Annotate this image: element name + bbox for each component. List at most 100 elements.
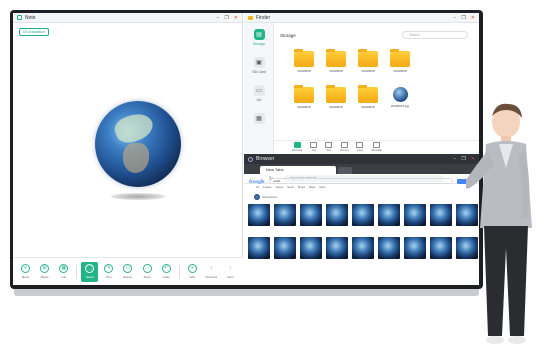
tool-undo-button[interactable]: ↶ Undo	[158, 264, 175, 279]
page-content: Google earth All Images Videos News Book…	[244, 174, 479, 285]
google-search-bar: Google earth	[244, 176, 479, 186]
tool-label: List	[61, 275, 67, 279]
image-result[interactable]	[326, 204, 348, 226]
search-tab[interactable]: Images	[263, 186, 272, 189]
search-tab[interactable]: Maps	[309, 186, 315, 189]
grid-icon: ⊞	[40, 264, 50, 273]
list-view-button[interactable]: List	[310, 142, 318, 152]
tool-label: Add	[189, 275, 195, 279]
minimize-icon[interactable]: −	[453, 156, 456, 162]
sidebar-item-sd-card[interactable]: ▣ SD Card	[244, 57, 274, 74]
tool-more-button[interactable]: … More	[139, 264, 156, 279]
image-result[interactable]	[378, 237, 400, 259]
menu-icon: ≡	[21, 264, 31, 273]
folder-item[interactable]: 20190516	[324, 85, 348, 109]
image-file-item[interactable]: 20190516.jpg	[388, 87, 412, 108]
folder-item[interactable]: 20190516	[356, 49, 380, 73]
annotation-badge[interactable]: Ch Annotation	[19, 28, 49, 36]
search-tab[interactable]: More	[319, 186, 325, 189]
presenter-right-shoe	[508, 336, 526, 344]
earth-thumbnail	[392, 87, 408, 102]
result-chip[interactable]: Chromosome	[254, 194, 277, 200]
note-canvas[interactable]: Ch Annotation	[13, 23, 243, 257]
browser-titlebar: Browser − ❐ ✕	[244, 154, 479, 164]
tool-label: Previous	[205, 275, 218, 279]
tool-label: Pen	[106, 275, 112, 279]
finder-sidebar: ▤ Storage ▣ SD Card ▭ UV ▦	[244, 23, 274, 153]
screen: Note − ❐ ✕ Ch Annotation ≡ Menu ⊞ Share ▦ L…	[13, 13, 479, 285]
search-query-input[interactable]: earth	[268, 178, 453, 184]
personal-button[interactable]: Personal	[292, 142, 302, 152]
file-name: 20190516	[297, 105, 311, 109]
image-result[interactable]	[274, 237, 296, 259]
clock-icon	[340, 142, 348, 148]
copy-icon	[356, 142, 364, 148]
sidebar-item-uv[interactable]: ▭ UV	[244, 85, 274, 102]
close-icon[interactable]: ✕	[471, 15, 475, 21]
image-result[interactable]	[404, 237, 426, 259]
image-result[interactable]	[274, 204, 296, 226]
tool-label: More	[143, 275, 151, 279]
sidebar-item-network[interactable]: ▦	[244, 113, 274, 124]
restore-icon[interactable]: ❐	[461, 15, 465, 21]
image-result[interactable]	[248, 237, 270, 259]
image-result[interactable]	[430, 204, 452, 226]
file-name: 20190516	[329, 69, 343, 73]
tool-eraser-button[interactable]: ◇ Eraser	[119, 264, 136, 279]
folder-item[interactable]: 20190516	[324, 49, 348, 73]
tool-previous-button[interactable]: ‹ Previous	[203, 264, 220, 280]
tool-add-button[interactable]: + Add	[184, 264, 201, 279]
sidebar-label: UV	[256, 98, 262, 102]
image-result[interactable]	[430, 237, 452, 259]
folder-item[interactable]: 20190516	[292, 49, 316, 73]
tool-next-button[interactable]: › Next	[222, 264, 239, 280]
tool-select-button[interactable]: ⬚ Select	[81, 261, 99, 282]
tool-list-button[interactable]: ▦ List	[55, 264, 72, 279]
minimize-icon[interactable]: −	[453, 15, 456, 21]
finder-title: Finder	[256, 14, 271, 21]
globe-app-icon	[248, 156, 253, 162]
sort-button[interactable]: Sort	[325, 142, 333, 152]
tool-share-button[interactable]: ⊞ Share	[36, 264, 53, 279]
chevron-left-icon: ‹	[210, 265, 213, 271]
image-result[interactable]	[300, 204, 322, 226]
tool-pen-button[interactable]: ✎ Pen	[100, 264, 117, 279]
image-result[interactable]	[326, 237, 348, 259]
recent-button[interactable]: Recent	[340, 142, 348, 152]
folder-icon	[294, 49, 314, 67]
close-icon[interactable]: ✕	[234, 15, 238, 21]
tab-new-tabs[interactable]: New Tabs	[260, 166, 336, 174]
folder-item[interactable]: 20190516	[356, 85, 380, 109]
file-name: 20190516	[361, 69, 375, 73]
breadcrumb[interactable]: Storage	[280, 33, 296, 38]
new-tab-button[interactable]	[338, 167, 352, 174]
more-icon: …	[142, 264, 152, 273]
finder-search-input[interactable]: Search	[402, 31, 468, 39]
search-button[interactable]	[456, 178, 467, 184]
sidebar-item-storage[interactable]: ▤ Storage	[244, 29, 274, 46]
tool-menu-button[interactable]: ≡ Menu	[17, 264, 34, 279]
sidebar-label: SD Card	[252, 70, 266, 74]
move-button[interactable]: Move/file	[371, 142, 382, 152]
sidebar-label: Storage	[252, 42, 266, 46]
image-result[interactable]	[404, 204, 426, 226]
image-result[interactable]	[248, 204, 270, 226]
folder-item[interactable]: 20190516	[292, 85, 316, 109]
copy-button[interactable]: Copy	[356, 142, 364, 152]
search-tab[interactable]: Videos	[275, 186, 283, 189]
image-result[interactable]	[352, 237, 374, 259]
search-tab[interactable]: News	[287, 186, 294, 189]
folder-icon	[358, 49, 378, 67]
search-tab[interactable]: Books	[298, 186, 305, 189]
folder-icon	[390, 49, 410, 67]
search-tab[interactable]: All	[256, 186, 259, 189]
earth-image[interactable]	[95, 101, 181, 187]
minimize-icon[interactable]: −	[216, 15, 219, 21]
button-label: Move/file	[371, 149, 382, 152]
restore-icon[interactable]: ❐	[224, 15, 228, 21]
folder-item[interactable]: 20190516	[388, 49, 412, 73]
image-result[interactable]	[378, 204, 400, 226]
image-result[interactable]	[352, 204, 374, 226]
image-result[interactable]	[300, 237, 322, 259]
network-icon: ▦	[253, 113, 265, 124]
